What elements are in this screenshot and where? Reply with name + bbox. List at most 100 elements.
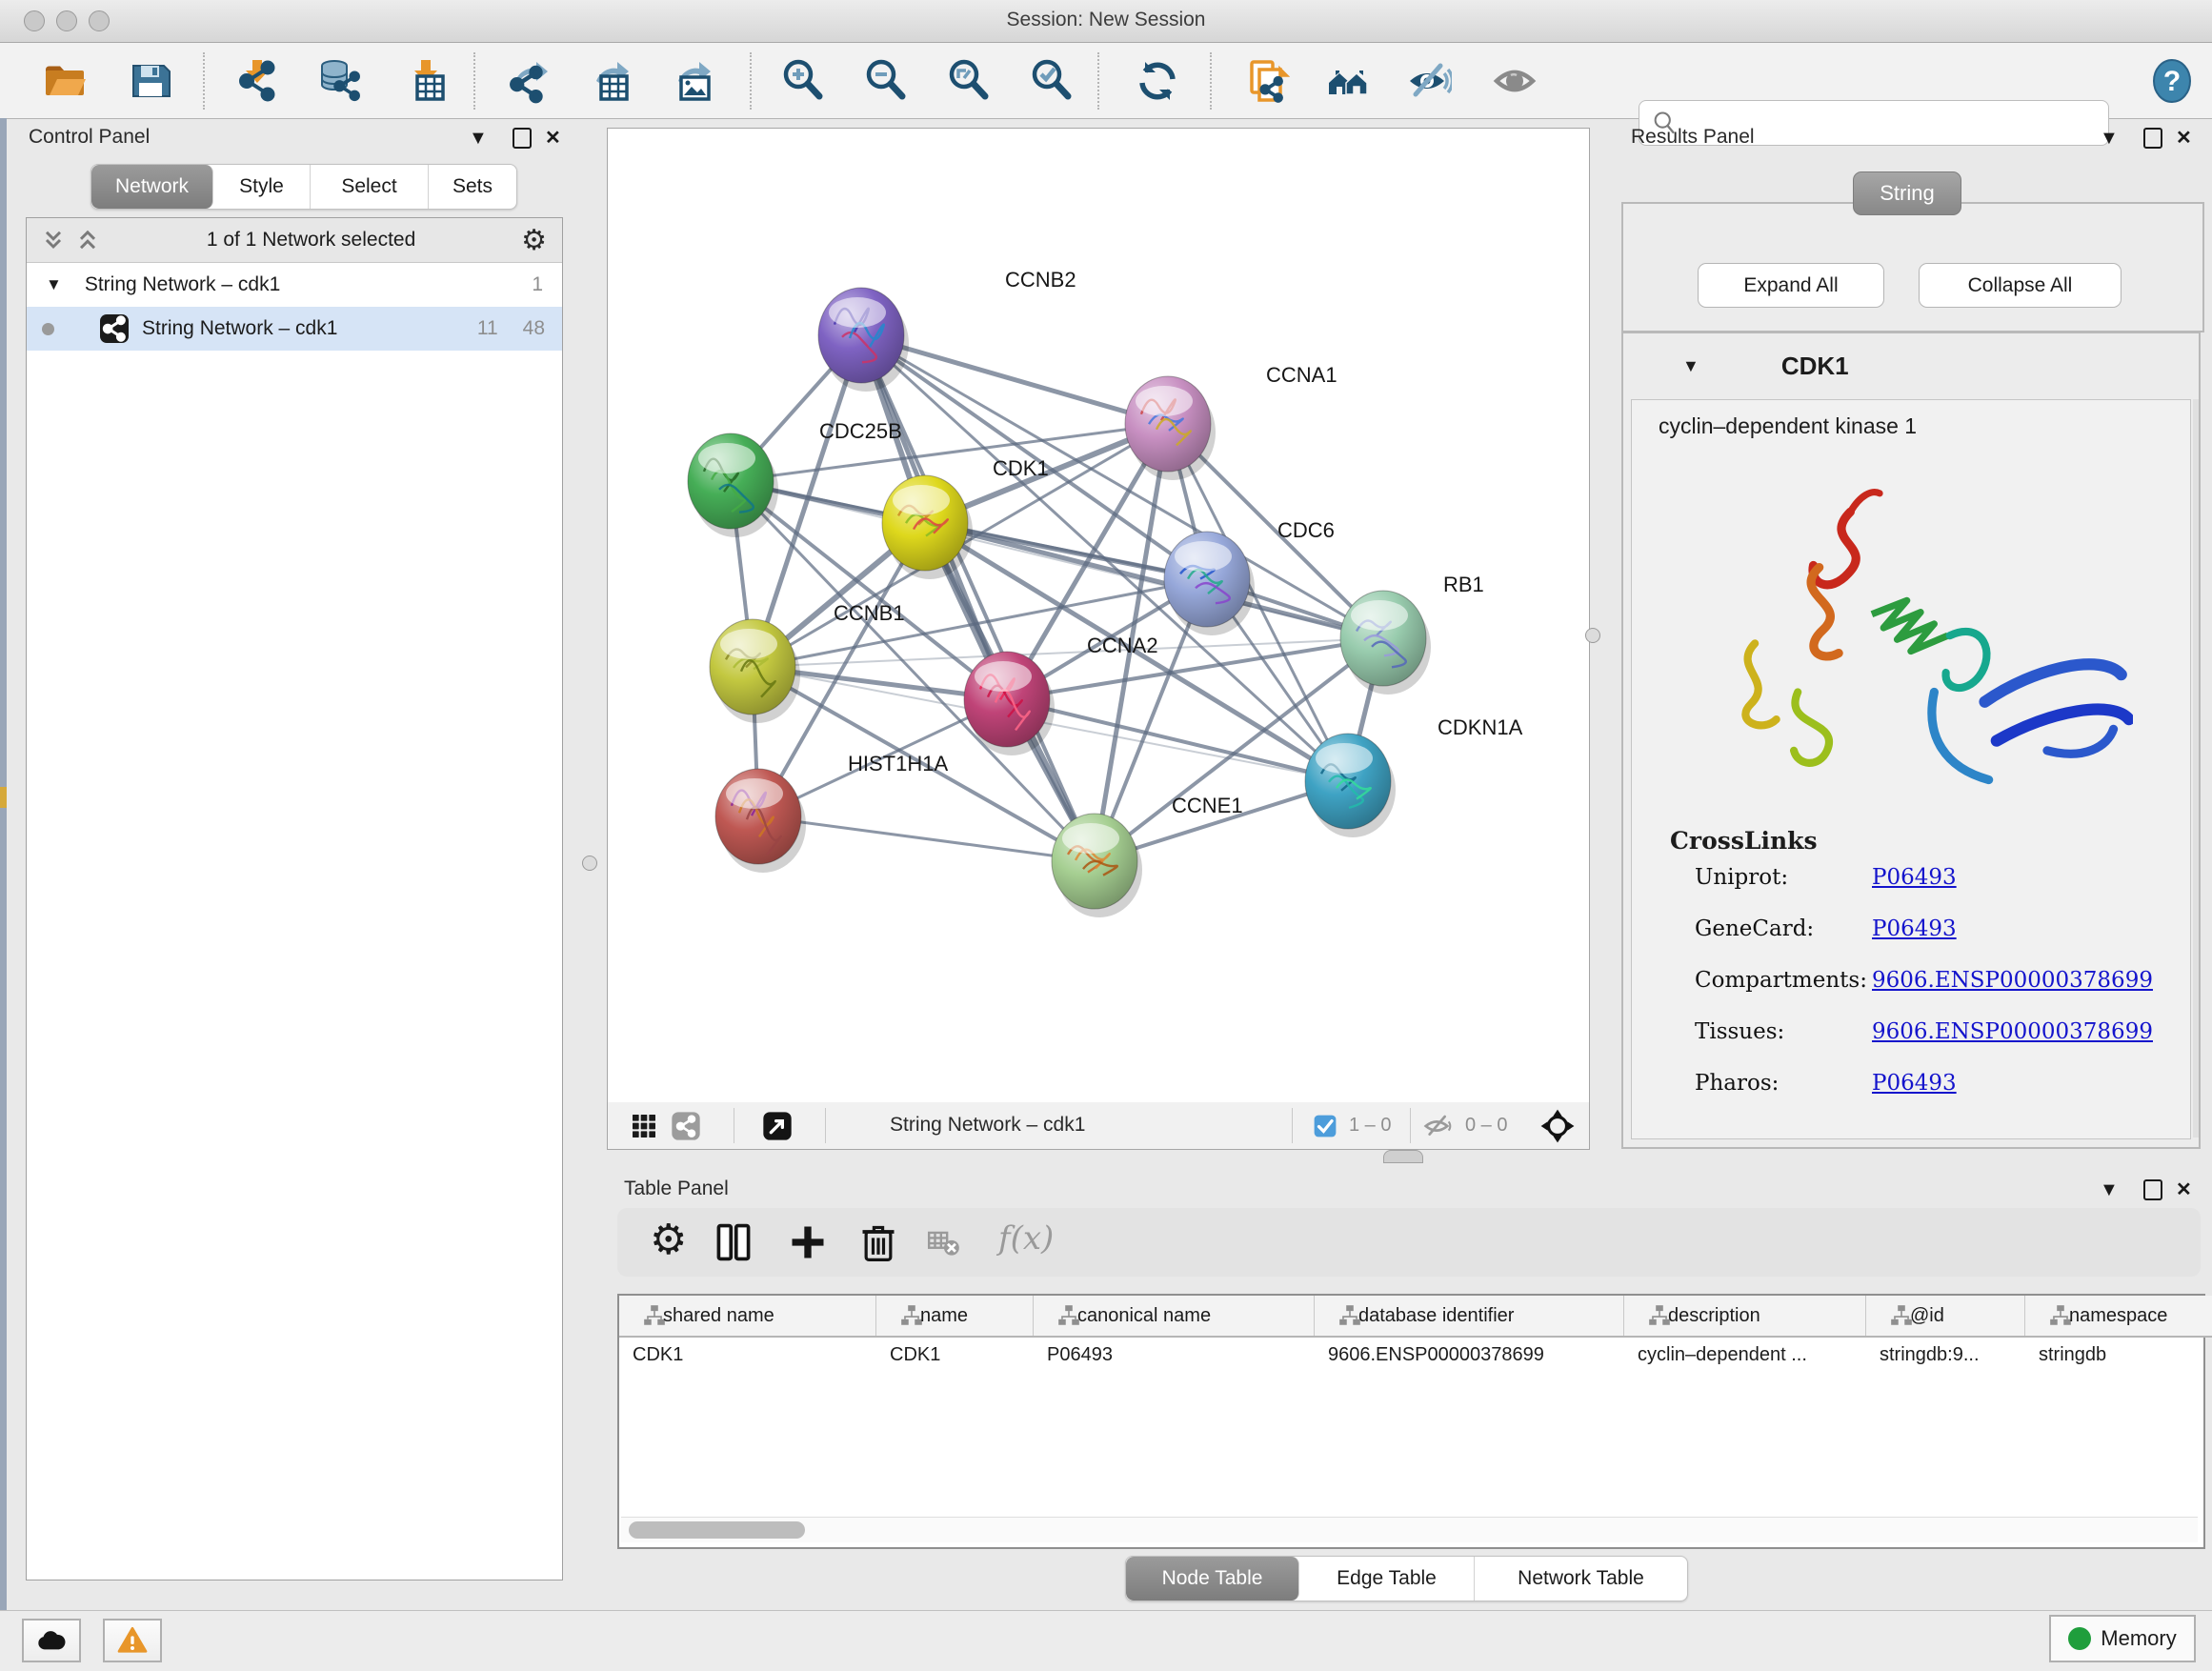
delete-column-icon[interactable] — [857, 1221, 899, 1263]
network-canvas[interactable]: CCNB2CCNA1CDC25BCDK1CDC6RB1CCNB1CCNA2CDK… — [607, 128, 1590, 1103]
tab-network[interactable]: Network — [91, 165, 213, 209]
apply-layout-button[interactable] — [1135, 58, 1180, 104]
tab-node-table[interactable]: Node Table — [1126, 1557, 1299, 1601]
show-all-button[interactable] — [1492, 58, 1538, 104]
control-panel-menu-arrow-icon[interactable]: ▼ — [469, 128, 488, 150]
cloud-status-button[interactable] — [22, 1619, 81, 1662]
network-tree-root-row[interactable]: ▼ String Network – cdk1 1 — [27, 263, 562, 307]
network-edge[interactable] — [1007, 699, 1348, 781]
open-session-button[interactable] — [42, 58, 88, 104]
network-node-CCNB2[interactable] — [818, 288, 909, 392]
collapse-all-button[interactable]: Collapse All — [1919, 263, 2122, 308]
results-panel-close-icon[interactable]: ✕ — [2176, 126, 2192, 150]
show-columns-icon[interactable] — [713, 1221, 754, 1263]
network-node-CCNE1[interactable] — [1052, 814, 1142, 917]
table-panel-float-icon[interactable] — [2143, 1179, 2162, 1200]
grid-view-icon[interactable] — [629, 1111, 659, 1141]
delete-table-icon[interactable] — [926, 1225, 962, 1261]
tab-edge-table[interactable]: Edge Table — [1299, 1557, 1475, 1601]
save-session-button[interactable] — [128, 58, 173, 104]
control-panel-close-icon[interactable]: ✕ — [545, 126, 561, 150]
table-gear-icon[interactable]: ⚙ — [650, 1216, 687, 1264]
scrollbar-thumb[interactable] — [629, 1521, 805, 1539]
column-header-name[interactable]: name — [876, 1296, 1034, 1336]
table-cell[interactable]: P06493 — [1034, 1344, 1315, 1366]
add-column-icon[interactable] — [787, 1221, 829, 1263]
network-node-CCNA1[interactable] — [1125, 376, 1216, 480]
results-panel-menu-arrow-icon[interactable]: ▼ — [2100, 128, 2119, 150]
results-tab-string[interactable]: String — [1853, 171, 1961, 215]
table-cell[interactable]: cyclin–dependent ... — [1624, 1344, 1866, 1366]
network-options-gear-icon[interactable]: ⚙ — [521, 224, 547, 257]
network-node-CDC25B[interactable] — [688, 433, 778, 537]
hidden-eye-slash-icon[interactable] — [1423, 1111, 1454, 1141]
selected-checkbox-icon[interactable] — [1313, 1114, 1337, 1138]
table-cell[interactable]: stringdb — [2025, 1344, 2212, 1366]
help-button[interactable]: ? — [2149, 58, 2195, 104]
results-entry-header[interactable]: ▼ CDK1 — [1623, 333, 2199, 399]
export-network-button[interactable] — [506, 58, 552, 104]
tab-sets[interactable]: Sets — [429, 165, 516, 209]
control-panel-float-icon[interactable] — [513, 128, 532, 149]
memory-button[interactable]: Memory — [2049, 1615, 2196, 1662]
hide-selected-button[interactable] — [1406, 58, 1452, 104]
column-header-database-identifier[interactable]: database identifier — [1315, 1296, 1624, 1336]
column-header-@id[interactable]: @id — [1866, 1296, 2025, 1336]
tab-select[interactable]: Select — [311, 165, 429, 209]
crosslink-link[interactable]: 9606.ENSP00000378699 — [1872, 968, 2153, 993]
first-neighbors-button[interactable] — [1325, 58, 1371, 104]
expand-all-button[interactable]: Expand All — [1698, 263, 1884, 308]
column-header-description[interactable]: description — [1624, 1296, 1866, 1336]
open-in-window-icon[interactable] — [762, 1111, 793, 1141]
network-edge[interactable] — [758, 816, 1095, 861]
table-panel-menu-arrow-icon[interactable]: ▼ — [2100, 1179, 2119, 1201]
network-node-HIST1H1A[interactable] — [715, 769, 806, 873]
table-panel-close-icon[interactable]: ✕ — [2176, 1178, 2192, 1201]
right-splitter-handle[interactable] — [1585, 628, 1600, 643]
zoom-in-button[interactable] — [780, 58, 826, 104]
table-cell[interactable]: 9606.ENSP00000378699 — [1315, 1344, 1624, 1366]
table-cell[interactable]: CDK1 — [876, 1344, 1034, 1366]
network-node-CDK1[interactable] — [882, 475, 973, 579]
expand-all-tree-icon[interactable] — [40, 227, 67, 253]
export-table-button[interactable] — [587, 58, 633, 104]
table-cell[interactable]: stringdb:9... — [1866, 1344, 2025, 1366]
collapse-all-tree-icon[interactable] — [74, 227, 101, 253]
crosslink-link[interactable]: P06493 — [1872, 1071, 1957, 1096]
tab-style[interactable]: Style — [213, 165, 311, 209]
results-panel-float-icon[interactable] — [2143, 128, 2162, 149]
table-row[interactable]: CDK1CDK1P064939606.ENSP00000378699cyclin… — [619, 1336, 2212, 1374]
birds-eye-view-icon[interactable] — [1539, 1108, 1576, 1144]
share-view-icon[interactable] — [671, 1111, 701, 1141]
tab-network-table[interactable]: Network Table — [1475, 1557, 1687, 1601]
results-scrollbar[interactable] — [2193, 399, 2199, 1137]
crosslink-link[interactable]: 9606.ENSP00000378699 — [1872, 1019, 2153, 1044]
horizontal-scrollbar[interactable] — [621, 1517, 2198, 1542]
network-node-RB1[interactable] — [1340, 591, 1431, 695]
network-node-CDKN1A[interactable] — [1305, 734, 1396, 837]
table-cell[interactable]: CDK1 — [619, 1344, 876, 1366]
function-builder-icon[interactable]: f(x) — [998, 1219, 1054, 1258]
zoom-fit-button[interactable] — [946, 58, 992, 104]
bottom-splitter-handle[interactable] — [1383, 1150, 1423, 1163]
network-edge[interactable] — [861, 335, 1095, 861]
import-network-button[interactable] — [234, 58, 280, 104]
control-panel-tabs: NetworkStyleSelectSets — [90, 164, 517, 210]
network-node-CDC6[interactable] — [1164, 532, 1255, 635]
import-table-button[interactable] — [403, 58, 449, 104]
zoom-out-button[interactable] — [863, 58, 909, 104]
crosslink-link[interactable]: P06493 — [1872, 865, 1957, 890]
import-network-from-database-button[interactable] — [315, 58, 361, 104]
left-splitter-handle[interactable] — [582, 856, 597, 871]
column-header-namespace[interactable]: namespace — [2025, 1296, 2212, 1336]
duplicate-network-button[interactable] — [1244, 58, 1290, 104]
zoom-selected-button[interactable] — [1029, 58, 1075, 104]
crosslink-link[interactable]: P06493 — [1872, 916, 1957, 941]
network-tree-child-row[interactable]: String Network – cdk1 11 48 — [27, 307, 562, 351]
warnings-button[interactable] — [103, 1619, 162, 1662]
tree-collapse-icon[interactable]: ▼ — [46, 275, 62, 294]
column-header-canonical-name[interactable]: canonical name — [1034, 1296, 1315, 1336]
entry-collapse-icon[interactable]: ▼ — [1682, 356, 1699, 376]
column-header-shared-name[interactable]: shared name — [619, 1296, 876, 1336]
export-image-button[interactable] — [669, 58, 714, 104]
